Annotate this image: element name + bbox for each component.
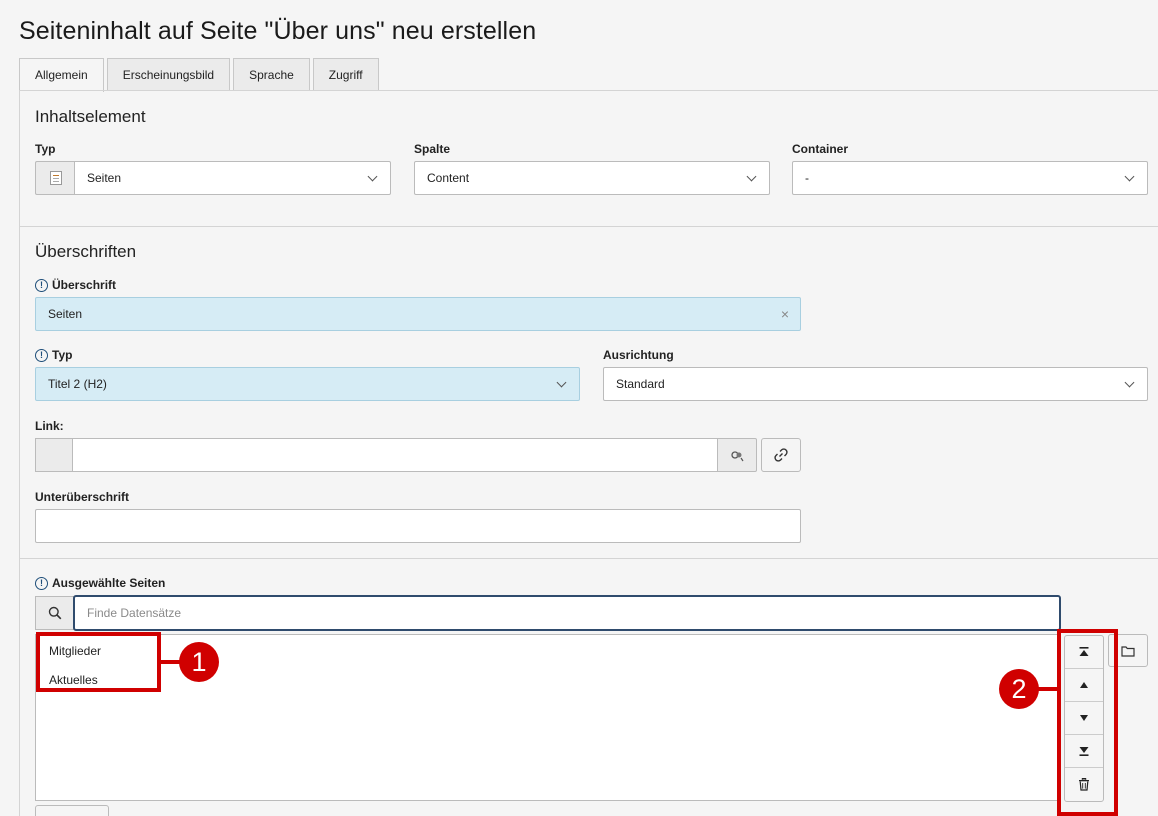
annotation-connector-1 bbox=[161, 660, 181, 664]
ausrichtung-select-value: Standard bbox=[616, 377, 665, 391]
ueberschrift-label-text: Überschrift bbox=[52, 278, 117, 292]
info-icon: ! bbox=[35, 348, 48, 362]
spalte-select-value: Content bbox=[427, 171, 470, 185]
folder-icon bbox=[1121, 645, 1135, 657]
heading-type-select-value: Titel 2 (H2) bbox=[48, 377, 107, 391]
unterueberschrift-label: Unterüberschrift bbox=[35, 490, 129, 504]
container-select[interactable]: - bbox=[792, 161, 1148, 195]
tab-bar: Allgemein Erscheinungsbild Sprache Zugri… bbox=[19, 58, 379, 92]
annotation-badge-2: 2 bbox=[999, 669, 1039, 709]
ausgewaehlte-seiten-label: ! Ausgewählte Seiten bbox=[35, 576, 165, 590]
content-type-icon-box bbox=[35, 161, 75, 195]
typ-label-text: Typ bbox=[35, 142, 56, 156]
heading-type-label: ! Typ bbox=[35, 348, 72, 362]
link-label: Link: bbox=[35, 419, 64, 433]
search-addon bbox=[35, 596, 74, 630]
link-unlink-button[interactable] bbox=[717, 438, 757, 472]
tab-erscheinungsbild[interactable]: Erscheinungsbild bbox=[106, 58, 231, 91]
container-label-text: Container bbox=[792, 142, 849, 156]
ueberschrift-label: ! Überschrift bbox=[35, 278, 116, 292]
tab-zugriff[interactable]: Zugriff bbox=[312, 58, 379, 91]
section-title-ueberschriften: Überschriften bbox=[35, 242, 137, 261]
section-title-inhaltselement: Inhaltselement bbox=[35, 107, 146, 126]
link-browser-button[interactable] bbox=[761, 438, 801, 472]
ausgewaehlte-seiten-label-text: Ausgewählte Seiten bbox=[52, 576, 166, 590]
annotation-connector-2 bbox=[1038, 687, 1058, 691]
info-icon: ! bbox=[35, 278, 48, 292]
page-title: Seiteninhalt auf Seite "Über uns" neu er… bbox=[19, 17, 537, 45]
link-icon bbox=[774, 448, 788, 462]
ausrichtung-label: Ausrichtung bbox=[603, 348, 674, 362]
unlink-icon bbox=[731, 451, 744, 462]
typ-select[interactable]: Seiten bbox=[74, 161, 391, 195]
unterueberschrift-input[interactable] bbox=[35, 509, 801, 543]
clear-icon[interactable]: × bbox=[781, 306, 789, 322]
section-divider bbox=[19, 226, 1158, 227]
spalte-label: Spalte bbox=[414, 142, 450, 156]
search-icon bbox=[48, 606, 62, 620]
heading-type-select[interactable]: Titel 2 (H2) bbox=[35, 367, 580, 401]
search-placeholder: Finde Datensätze bbox=[87, 606, 182, 620]
link-label-text: Link: bbox=[35, 419, 64, 433]
ausrichtung-select[interactable]: Standard bbox=[603, 367, 1148, 401]
spalte-select[interactable]: Content bbox=[414, 161, 770, 195]
section-divider bbox=[19, 558, 1158, 559]
chevron-down-icon bbox=[1124, 377, 1135, 388]
spalte-label-text: Spalte bbox=[414, 142, 451, 156]
chevron-down-icon bbox=[367, 171, 378, 182]
container-label: Container bbox=[792, 142, 848, 156]
typ-label: Typ bbox=[35, 142, 55, 156]
annotation-box-2 bbox=[1057, 629, 1118, 816]
ueberschrift-input-value: Seiten bbox=[48, 307, 83, 321]
annotation-badge-1: 1 bbox=[179, 642, 219, 682]
tab-sprache[interactable]: Sprache bbox=[233, 58, 310, 91]
unterueberschrift-label-text: Unterüberschrift bbox=[35, 490, 130, 504]
chevron-down-icon bbox=[556, 377, 567, 388]
heading-type-label-text: Typ bbox=[52, 348, 73, 362]
chevron-down-icon bbox=[1124, 171, 1135, 182]
container-select-value: - bbox=[805, 171, 809, 185]
typ-select-value: Seiten bbox=[87, 171, 122, 185]
annotation-box-1 bbox=[36, 632, 161, 692]
tab-allgemein[interactable]: Allgemein bbox=[19, 58, 104, 92]
link-input[interactable] bbox=[72, 438, 718, 472]
ausrichtung-label-text: Ausrichtung bbox=[603, 348, 674, 362]
page-icon bbox=[49, 171, 62, 185]
info-icon: ! bbox=[35, 576, 48, 590]
partial-button[interactable] bbox=[35, 805, 109, 816]
chevron-down-icon bbox=[746, 171, 757, 182]
link-prefix-addon bbox=[35, 438, 73, 472]
record-search-input[interactable]: Finde Datensätze bbox=[73, 595, 1061, 631]
ueberschrift-input[interactable]: Seiten × bbox=[35, 297, 801, 331]
